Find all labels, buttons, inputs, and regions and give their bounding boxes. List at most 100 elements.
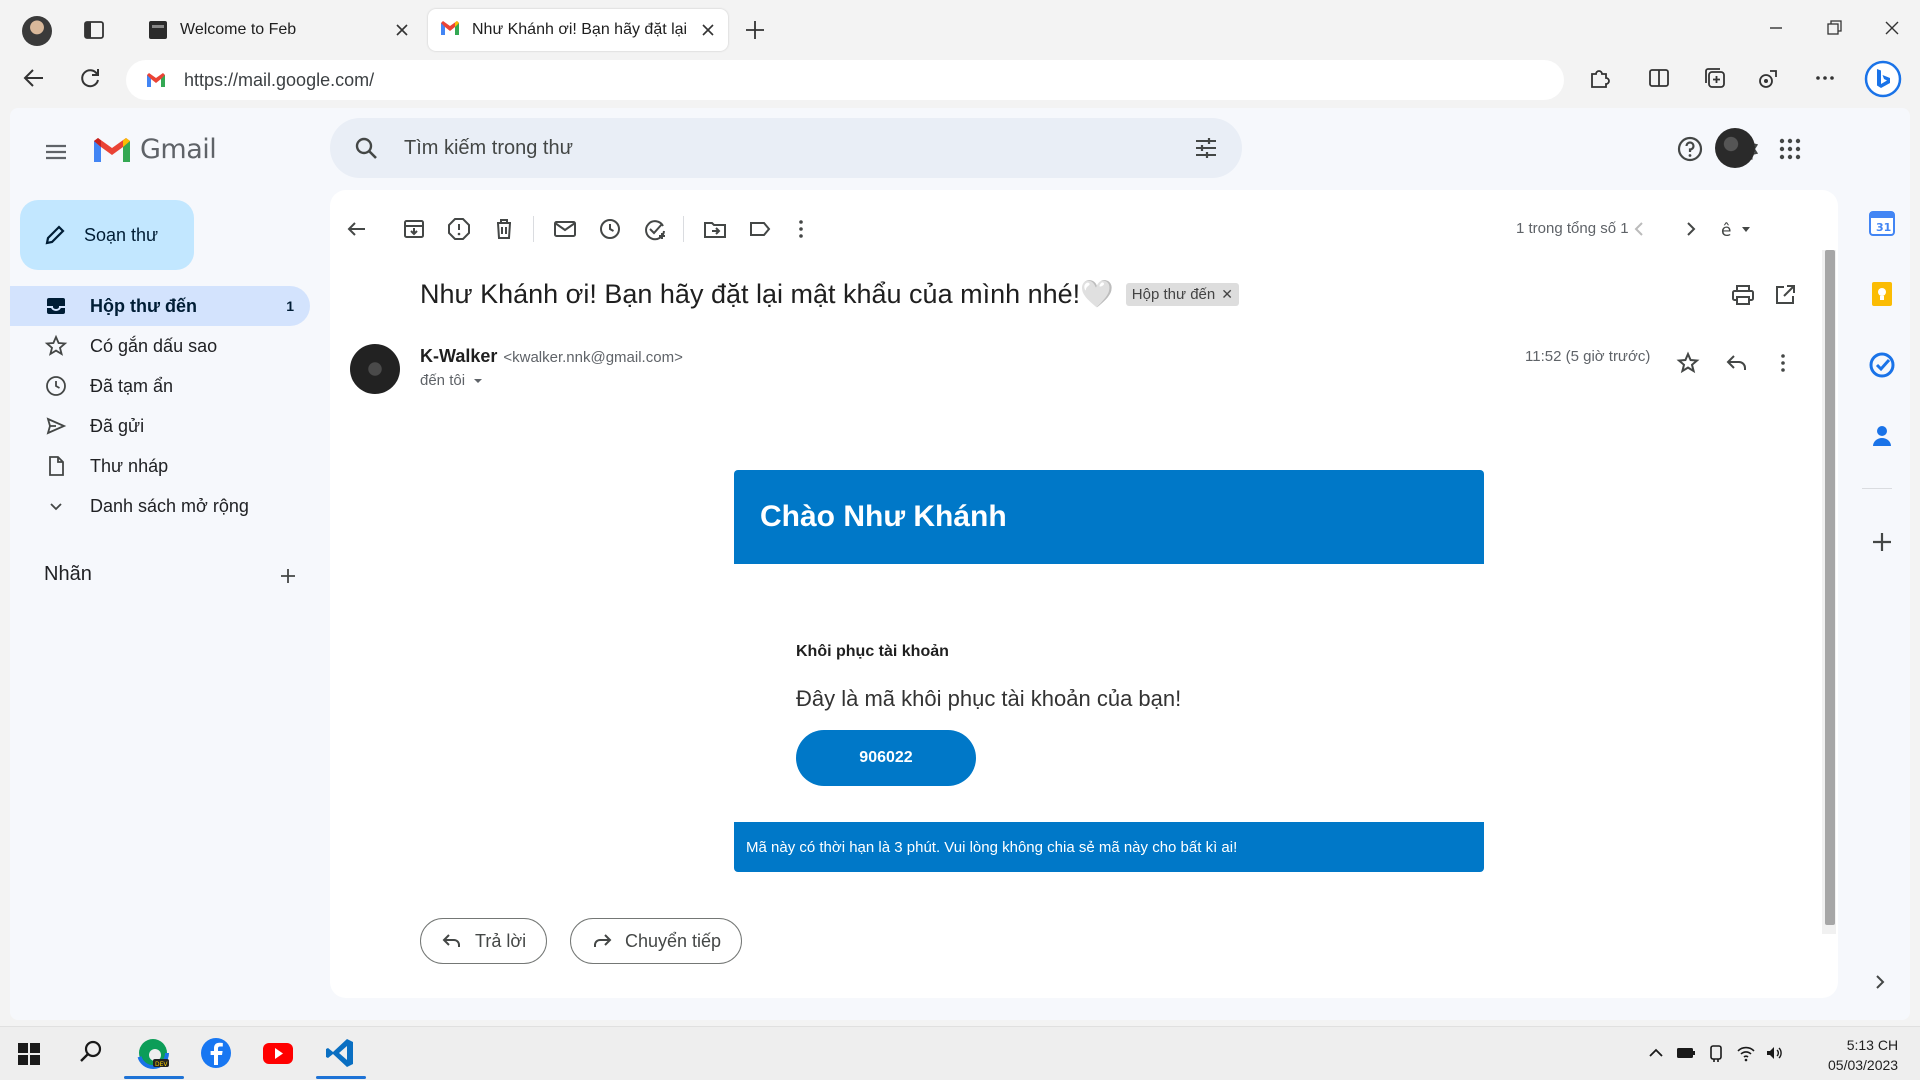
split-screen-icon[interactable]	[1646, 65, 1672, 91]
nav-item-starred[interactable]: Có gắn dấu sao	[10, 326, 310, 366]
pencil-icon	[45, 225, 65, 245]
add-to-tasks-icon[interactable]	[642, 216, 668, 242]
windows-start-icon[interactable]	[12, 1037, 46, 1071]
wifi-icon[interactable]	[1736, 1043, 1756, 1063]
close-window-icon[interactable]	[1878, 14, 1906, 42]
newer-icon[interactable]	[1627, 216, 1653, 242]
forward-button[interactable]: Chuyển tiếp	[570, 918, 743, 964]
refresh-icon[interactable]	[77, 65, 103, 91]
print-icon[interactable]	[1730, 282, 1756, 308]
label-icon[interactable]	[747, 216, 773, 242]
extensions-icon[interactable]	[1586, 65, 1612, 91]
edge-dev-app-icon[interactable]: DEV	[135, 1035, 171, 1071]
greeting-text: Chào Như Khánh	[760, 500, 1007, 533]
expiry-notice: Mã này có thời hạn là 3 phút. Vui lòng k…	[734, 822, 1484, 872]
keep-app-icon[interactable]	[1868, 280, 1896, 308]
recovery-code-button[interactable]: 906022	[796, 730, 976, 786]
active-app-indicator	[124, 1076, 184, 1079]
compose-button[interactable]: Soạn thư	[20, 200, 194, 270]
open-new-window-icon[interactable]	[1772, 282, 1798, 308]
apps-grid-icon[interactable]	[1775, 134, 1805, 164]
search-icon[interactable]	[352, 134, 380, 162]
tab-title: Welcome to Feb	[180, 21, 297, 38]
sender-name[interactable]: K-Walker	[420, 346, 497, 367]
mark-unread-icon[interactable]	[552, 216, 578, 242]
input-tools-icon[interactable]: ê	[1718, 216, 1758, 242]
tab-favicon-icon	[148, 20, 168, 40]
bing-copilot-icon[interactable]	[1864, 60, 1902, 98]
gmail-logo[interactable]: Gmail	[92, 134, 217, 165]
system-clock[interactable]: 5:13 CH 05/03/2023	[1828, 1035, 1898, 1075]
tab-close-icon[interactable]	[394, 22, 410, 38]
more-options-icon[interactable]	[1812, 65, 1838, 91]
inbox-label-chip: Hộp thư đến ✕	[1125, 282, 1239, 306]
nav-item-drafts[interactable]: Thư nháp	[10, 446, 310, 486]
back-to-inbox-icon[interactable]	[344, 216, 370, 242]
nav-item-snoozed[interactable]: Đã tạm ẩn	[10, 366, 310, 406]
recovery-message: Đây là mã khôi phục tài khoản của bạn!	[796, 686, 1182, 711]
tasks-app-icon[interactable]	[1868, 351, 1896, 379]
volume-icon[interactable]	[1764, 1043, 1784, 1063]
nav-item-more[interactable]: Danh sách mở rộng	[10, 486, 310, 526]
get-addons-icon[interactable]	[1868, 528, 1896, 556]
nav-item-inbox[interactable]: Hộp thư đến 1	[10, 286, 310, 326]
clock-date: 05/03/2023	[1828, 1057, 1899, 1073]
snooze-icon[interactable]	[597, 216, 623, 242]
address-bar[interactable]: https://mail.google.com/	[126, 60, 1564, 100]
notice-text: Mã này có thời hạn là 3 phút. Vui lòng k…	[746, 838, 1238, 856]
browser-essentials-icon[interactable]	[1756, 65, 1782, 91]
browser-profile-avatar[interactable]	[22, 16, 52, 46]
report-spam-icon[interactable]	[446, 216, 472, 242]
sender-avatar[interactable]	[350, 344, 400, 394]
more-actions-icon[interactable]	[788, 216, 814, 242]
recipient-text: đến tôi	[420, 372, 466, 389]
recipient-details[interactable]: đến tôi	[420, 372, 485, 389]
older-icon[interactable]	[1677, 216, 1703, 242]
draft-icon	[49, 456, 64, 476]
calendar-app-icon[interactable]: 31	[1868, 209, 1896, 237]
browser-tab-welcome[interactable]: Welcome to Feb	[136, 10, 422, 50]
gmail-favicon-icon	[146, 72, 166, 88]
star-icon[interactable]	[1675, 350, 1701, 376]
active-app-indicator	[316, 1076, 366, 1079]
add-label-icon[interactable]	[276, 564, 300, 588]
sender-email: <kwalker.nnk@gmail.com>	[503, 349, 683, 366]
email-timestamp: 11:52 (5 giờ trước)	[1525, 348, 1651, 365]
message-more-icon[interactable]	[1770, 350, 1796, 376]
facebook-app-icon[interactable]	[198, 1035, 234, 1071]
delete-icon[interactable]	[491, 216, 517, 242]
gmail-app: Gmail Tìm kiếm trong thư Soạn thư Hộp th…	[10, 108, 1910, 1020]
search-input[interactable]: Tìm kiếm trong thư	[404, 137, 1192, 160]
scrollbar-thumb[interactable]	[1825, 250, 1835, 925]
back-icon[interactable]	[21, 65, 47, 91]
move-to-icon[interactable]	[702, 216, 728, 242]
nav-item-sent[interactable]: Đã gửi	[10, 406, 310, 446]
help-icon[interactable]	[1675, 134, 1705, 164]
reply-button[interactable]: Trả lời	[420, 918, 548, 964]
caret-down-icon	[474, 378, 483, 383]
archive-icon[interactable]	[401, 216, 427, 242]
reply-icon[interactable]	[1724, 350, 1750, 376]
inbox-icon	[47, 298, 65, 314]
search-options-icon[interactable]	[1192, 134, 1220, 162]
show-hidden-icons-icon[interactable]	[1646, 1043, 1666, 1063]
tab-close-icon[interactable]	[700, 22, 716, 38]
taskbar-search-icon[interactable]	[73, 1035, 109, 1071]
new-tab-icon[interactable]	[742, 17, 768, 43]
vscode-app-icon[interactable]	[322, 1035, 358, 1071]
minimize-icon[interactable]	[1762, 14, 1790, 42]
mail-search-bar[interactable]: Tìm kiếm trong thư	[330, 118, 1242, 178]
main-menu-icon[interactable]	[42, 138, 70, 166]
youtube-app-icon[interactable]	[260, 1035, 296, 1071]
restore-icon[interactable]	[1820, 14, 1848, 42]
tab-actions-icon[interactable]	[82, 18, 106, 42]
battery-icon[interactable]	[1676, 1043, 1696, 1063]
collections-icon[interactable]	[1702, 65, 1728, 91]
nav-item-label: Danh sách mở rộng	[90, 495, 249, 516]
account-avatar[interactable]	[1715, 128, 1755, 168]
show-side-panel-icon[interactable]	[1868, 970, 1892, 994]
contacts-app-icon[interactable]	[1868, 422, 1896, 450]
usb-device-icon[interactable]	[1706, 1043, 1726, 1063]
browser-tab-gmail[interactable]: Như Khánh ơi! Bạn hãy đặt lại	[428, 9, 728, 51]
remove-label-icon[interactable]: ✕	[1221, 286, 1233, 303]
